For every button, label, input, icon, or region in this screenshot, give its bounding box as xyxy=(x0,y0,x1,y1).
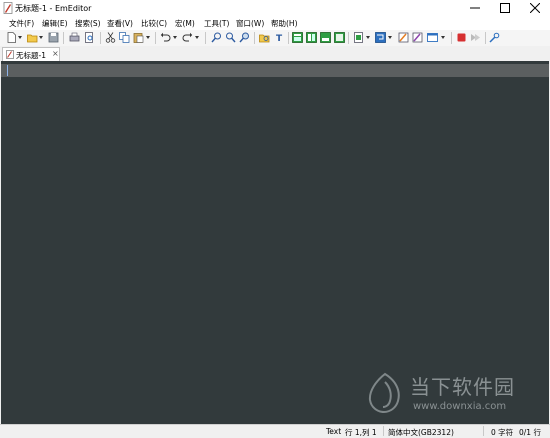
editor-area[interactable]: 当下软件园 www.downxia.com xyxy=(1,61,549,424)
outline-icon[interactable] xyxy=(320,32,331,43)
print-icon[interactable] xyxy=(69,32,80,43)
current-line-highlight xyxy=(1,64,549,77)
menu-window[interactable]: 窗口(W) xyxy=(236,18,264,29)
undo-icon[interactable] xyxy=(160,32,171,43)
tab-label: 无标题-1 xyxy=(16,51,46,60)
watermark-logo xyxy=(368,372,400,414)
find-next-icon[interactable] xyxy=(225,32,236,43)
new-file-icon[interactable] xyxy=(6,32,17,43)
encoding-dropdown[interactable] xyxy=(366,36,370,39)
paste-dropdown[interactable] xyxy=(146,36,150,39)
close-window-button[interactable] xyxy=(520,0,550,16)
document-icon xyxy=(6,50,14,59)
settings-icon[interactable] xyxy=(489,32,500,43)
find-icon[interactable] xyxy=(211,32,222,43)
encoding-icon[interactable] xyxy=(353,32,364,43)
open-file-icon[interactable] xyxy=(27,32,38,43)
menu-macro[interactable]: 宏(M) xyxy=(175,18,195,29)
menu-search[interactable]: 搜索(S) xyxy=(75,18,101,29)
plugin-icon[interactable] xyxy=(398,32,409,43)
layout-icon[interactable] xyxy=(292,32,303,43)
paste-icon[interactable] xyxy=(133,32,144,43)
menu-edit[interactable]: 编辑(E) xyxy=(42,18,68,29)
wrap-icon[interactable] xyxy=(375,32,386,43)
watermark-brand: 当下软件园 xyxy=(410,375,515,399)
copy-icon[interactable] xyxy=(119,32,130,43)
cut-icon[interactable] xyxy=(105,32,116,43)
menu-help[interactable]: 帮助(H) xyxy=(271,18,298,29)
redo-icon[interactable] xyxy=(182,32,193,43)
window-title: 无标题-1 - EmEditor xyxy=(15,4,92,13)
minimize-icon xyxy=(470,7,480,9)
menu-tools[interactable]: 工具(T) xyxy=(204,18,229,29)
find-in-files-icon[interactable] xyxy=(259,32,270,43)
find-previous-icon[interactable] xyxy=(239,32,250,43)
macro-record-icon[interactable] xyxy=(456,32,467,43)
status-chars: 0 字符 xyxy=(491,428,514,437)
print-preview-icon[interactable] xyxy=(84,32,95,43)
wrap-dropdown[interactable] xyxy=(388,36,392,39)
save-icon[interactable] xyxy=(48,32,59,43)
tab-untitled-1[interactable]: 无标题-1 × xyxy=(2,47,60,61)
tools-list-icon[interactable] xyxy=(412,32,423,43)
menu-compare[interactable]: 比较(C) xyxy=(141,18,167,29)
minimize-button[interactable] xyxy=(460,0,490,16)
menu-bar: 文件(F) 编辑(E) 搜索(S) 查看(V) 比较(C) 宏(M) 工具(T)… xyxy=(0,16,550,30)
tab-close-icon[interactable]: × xyxy=(52,49,59,58)
redo-dropdown[interactable] xyxy=(195,36,199,39)
status-lines: 0/1 行 xyxy=(519,428,541,437)
status-bar: Text 行 1,列 1 简体中文(GB2312) 0 字符 0/1 行 xyxy=(0,424,550,437)
open-file-dropdown[interactable] xyxy=(39,36,43,39)
maximize-icon xyxy=(500,3,510,13)
menu-file[interactable]: 文件(F) xyxy=(9,18,34,29)
window-icon[interactable] xyxy=(427,32,438,43)
close-icon xyxy=(530,3,540,13)
toolbar: T xyxy=(0,30,550,47)
status-encoding[interactable]: 简体中文(GB2312) xyxy=(388,427,454,438)
watermark-url: www.downxia.com xyxy=(413,401,507,412)
title-bar: 无标题-1 - EmEditor xyxy=(0,0,550,16)
macro-play-icon[interactable] xyxy=(470,32,481,43)
bookmark-icon[interactable] xyxy=(334,32,345,43)
svg-text:T: T xyxy=(276,34,283,43)
text-caret xyxy=(7,65,8,76)
tab-bar: 无标题-1 × xyxy=(0,46,550,61)
status-position: 行 1,列 1 xyxy=(345,428,377,437)
status-mode[interactable]: Text xyxy=(326,427,341,436)
window-dropdown[interactable] xyxy=(441,36,445,39)
menu-view[interactable]: 查看(V) xyxy=(107,18,133,29)
split-icon[interactable] xyxy=(306,32,317,43)
undo-dropdown[interactable] xyxy=(173,36,177,39)
highlight-icon[interactable]: T xyxy=(274,32,285,43)
new-file-dropdown[interactable] xyxy=(18,36,22,39)
emeditor-logo-icon xyxy=(3,2,13,14)
maximize-button[interactable] xyxy=(490,0,520,16)
